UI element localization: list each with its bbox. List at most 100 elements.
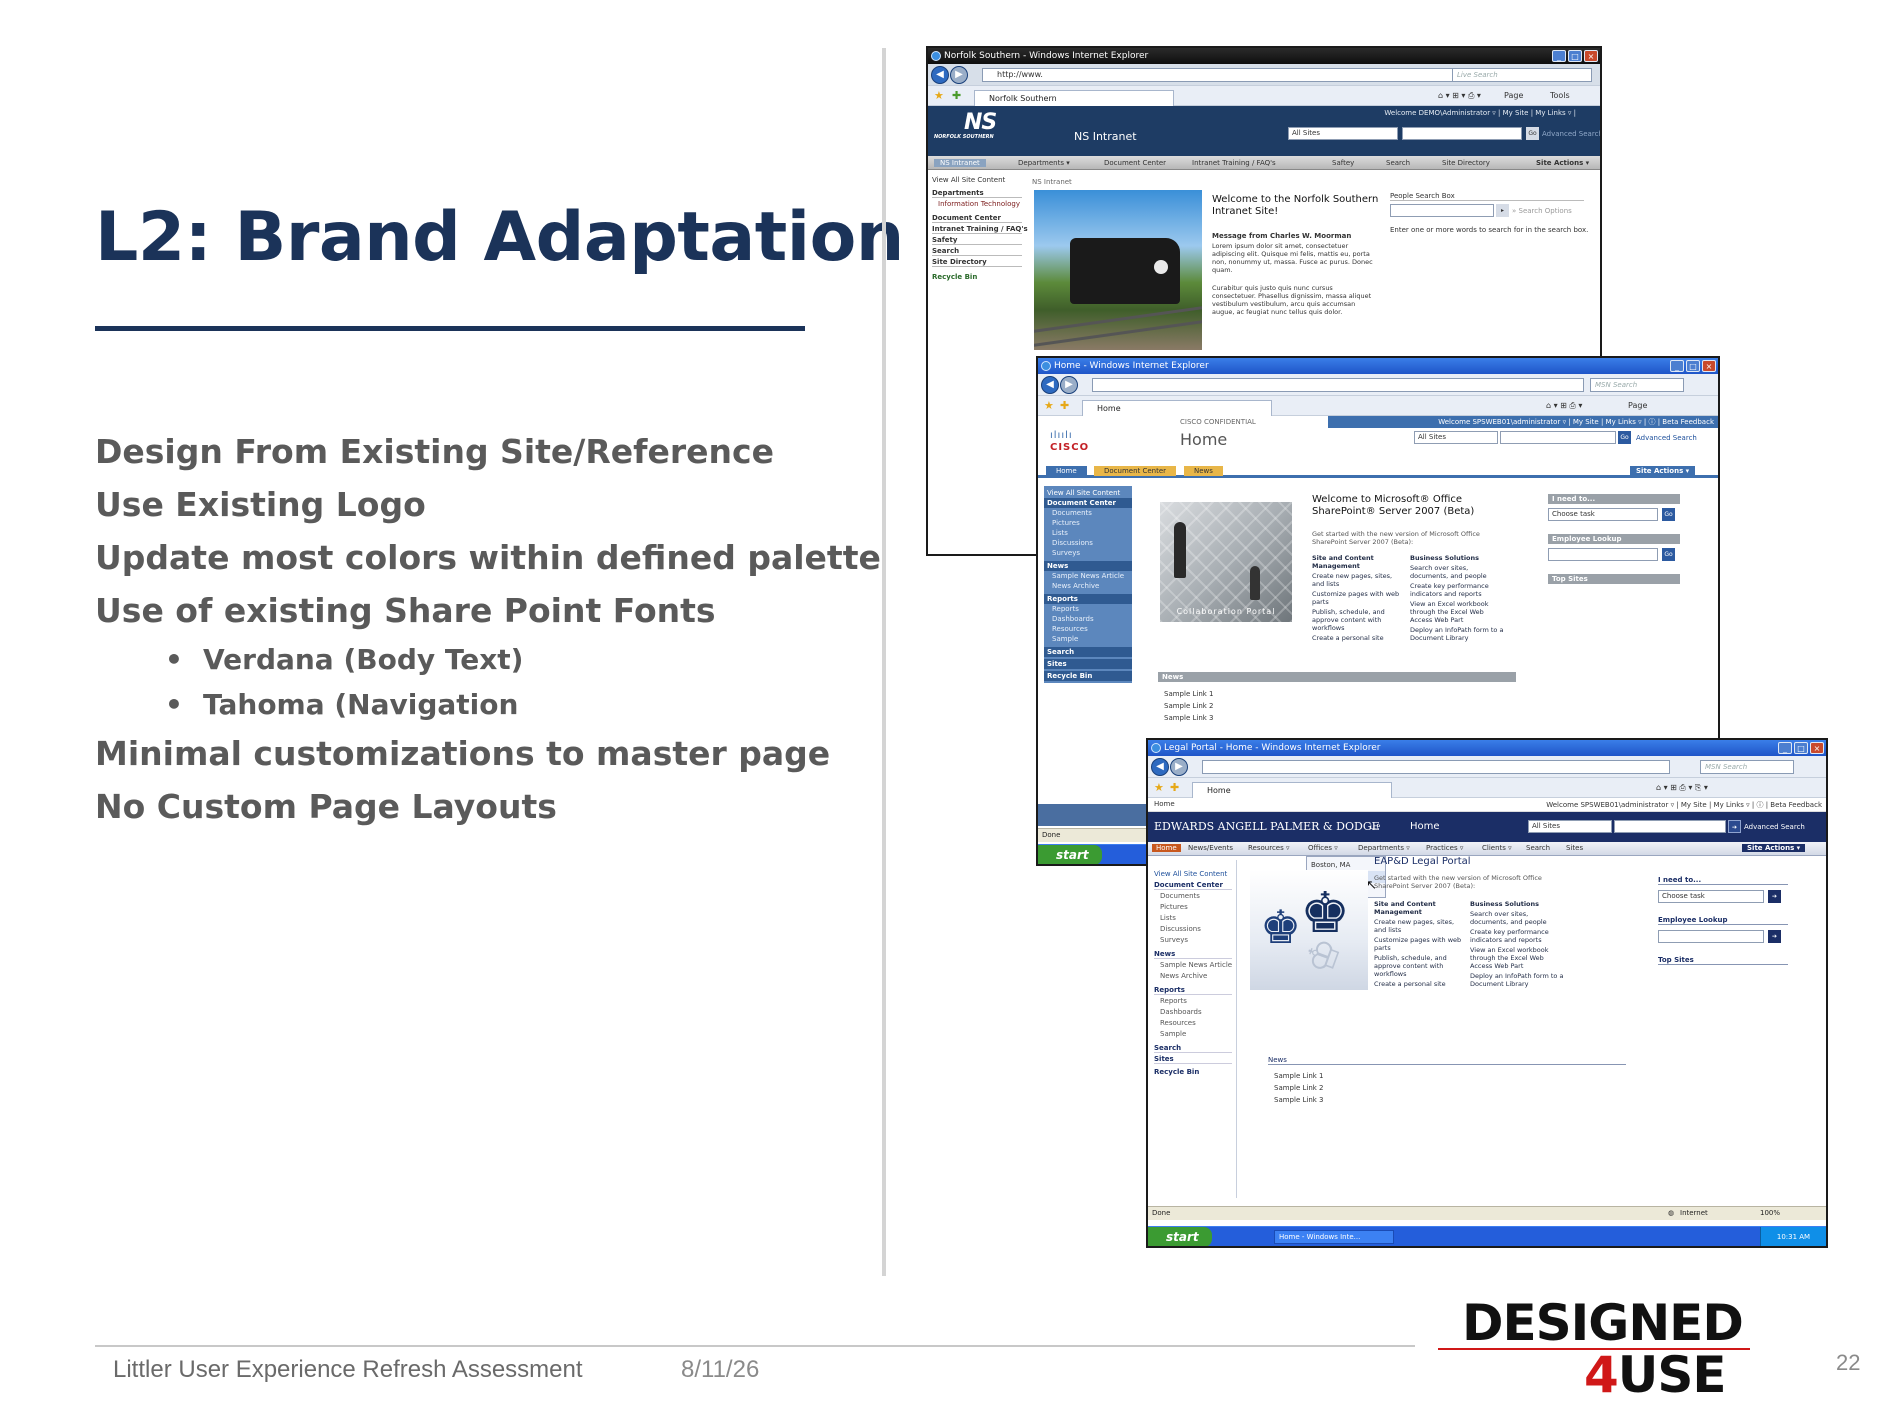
- cisco-task-go-button[interactable]: Go: [1662, 508, 1675, 521]
- forward-icon[interactable]: ▶: [950, 66, 968, 84]
- ns-search-options[interactable]: » Search Options: [1512, 207, 1572, 215]
- ql-link[interactable]: Discussions: [1044, 538, 1132, 548]
- list-item[interactable]: Deploy an InfoPath form to a Document Li…: [1470, 972, 1566, 988]
- ns-people-search-input[interactable]: [1390, 204, 1494, 217]
- eap-advanced-search[interactable]: Advanced Search: [1744, 823, 1805, 831]
- ql-heading[interactable]: Safety: [932, 236, 1022, 245]
- cisco-page-menu[interactable]: Page: [1628, 401, 1647, 410]
- list-item[interactable]: Create a personal site: [1374, 980, 1462, 988]
- cisco-employee-go-button[interactable]: Go: [1662, 548, 1675, 561]
- ql-heading[interactable]: Document Center: [1154, 881, 1232, 890]
- ql-heading[interactable]: Reports: [1154, 986, 1232, 995]
- ql-link[interactable]: View All Site Content: [932, 176, 1022, 184]
- ql-heading[interactable]: Search: [1044, 647, 1132, 657]
- ql-heading[interactable]: Document Center: [1044, 498, 1132, 508]
- cisco-choose-task-select[interactable]: Choose task: [1548, 508, 1658, 521]
- ql-link[interactable]: Surveys: [1154, 936, 1232, 944]
- eap-nav-item[interactable]: Sites: [1566, 844, 1583, 852]
- list-item[interactable]: Publish, schedule, and approve content w…: [1312, 608, 1404, 632]
- ns-go-button[interactable]: Go: [1526, 127, 1539, 140]
- ns-browser-tab[interactable]: Norfolk Southern: [974, 90, 1174, 106]
- ql-heading[interactable]: Site Directory: [932, 258, 1022, 267]
- eap-task-go-button[interactable]: ➔: [1768, 890, 1781, 903]
- ns-search-field[interactable]: Live Search: [1452, 68, 1592, 82]
- ql-heading[interactable]: Reports: [1044, 594, 1132, 604]
- ns-nav-item[interactable]: Search: [1386, 159, 1410, 167]
- forward-icon[interactable]: ▶: [1170, 758, 1188, 776]
- eap-scope-select[interactable]: All Sites: [1528, 820, 1612, 833]
- ql-link[interactable]: Sample: [1154, 1030, 1232, 1038]
- cisco-site-actions[interactable]: Site Actions ▾: [1630, 466, 1696, 476]
- news-link[interactable]: Sample Link 3: [1164, 714, 1214, 722]
- ns-nav-item[interactable]: Document Center: [1104, 159, 1166, 167]
- ns-scope-select[interactable]: All Sites: [1288, 127, 1398, 140]
- back-icon[interactable]: ◀: [1041, 376, 1059, 394]
- zoom-level[interactable]: 100%: [1760, 1207, 1780, 1220]
- ns-search-box[interactable]: [1402, 127, 1522, 140]
- ql-link[interactable]: Sample News Article: [1044, 571, 1132, 581]
- ql-link[interactable]: Surveys: [1044, 548, 1132, 558]
- ql-link[interactable]: News Archive: [1154, 972, 1232, 980]
- minimize-button[interactable]: _: [1552, 50, 1566, 62]
- close-button[interactable]: ×: [1702, 360, 1716, 372]
- home-icon[interactable]: ⌂ ▾ ⊞ ⎙ ▾ ⎘ ▾: [1656, 783, 1708, 793]
- maximize-button[interactable]: □: [1568, 50, 1582, 62]
- list-item[interactable]: Create key performance indicators and re…: [1470, 928, 1566, 944]
- favorites-star-icon[interactable]: ★: [1044, 399, 1054, 412]
- ql-recycle-bin[interactable]: Recycle Bin: [1154, 1068, 1232, 1076]
- ql-heading[interactable]: News: [1154, 950, 1232, 959]
- eap-nav-item[interactable]: Clients ▿: [1482, 844, 1512, 852]
- eap-employee-input[interactable]: [1658, 930, 1764, 943]
- cisco-search-box[interactable]: [1500, 431, 1616, 444]
- cisco-search-field[interactable]: MSN Search: [1590, 378, 1684, 392]
- ql-link[interactable]: Lists: [1044, 528, 1132, 538]
- ns-advanced-search[interactable]: Advanced Search: [1542, 130, 1600, 138]
- taskbar-window-button[interactable]: Home - Windows Inte...: [1274, 1230, 1394, 1244]
- eap-nav-item[interactable]: Home: [1152, 844, 1181, 852]
- ns-nav-item[interactable]: Site Directory: [1442, 159, 1490, 167]
- list-item[interactable]: Search over sites, documents, and people: [1410, 564, 1506, 580]
- ql-link[interactable]: Resources: [1154, 1019, 1232, 1027]
- ql-link[interactable]: Dashboards: [1154, 1008, 1232, 1016]
- ql-heading[interactable]: Intranet Training / FAQ's: [932, 225, 1028, 234]
- cisco-advanced-search[interactable]: Advanced Search: [1636, 434, 1697, 442]
- ns-address-field[interactable]: http://www.: [982, 68, 1454, 82]
- cisco-browser-tab[interactable]: Home: [1082, 400, 1272, 416]
- eap-search-field[interactable]: MSN Search: [1700, 760, 1794, 774]
- eap-choose-task-select[interactable]: Choose task: [1658, 890, 1764, 903]
- ns-people-go-button[interactable]: ▸: [1496, 204, 1509, 217]
- eap-welcome-bar[interactable]: Welcome SPSWEB01\administrator ▿ | My Si…: [1546, 800, 1822, 810]
- ql-link[interactable]: Sample News Article: [1154, 961, 1232, 969]
- close-button[interactable]: ×: [1584, 50, 1598, 62]
- list-item[interactable]: Deploy an InfoPath form to a Document Li…: [1410, 626, 1506, 642]
- list-item[interactable]: View an Excel workbook through the Excel…: [1410, 600, 1506, 624]
- maximize-button[interactable]: □: [1794, 742, 1808, 754]
- ql-link[interactable]: News Archive: [1044, 581, 1132, 591]
- ns-nav-item[interactable]: NS Intranet: [934, 159, 986, 167]
- start-button[interactable]: start: [1148, 1227, 1212, 1246]
- ql-link[interactable]: View All Site Content: [1154, 870, 1232, 878]
- list-item[interactable]: Create a personal site: [1312, 634, 1404, 642]
- ns-nav-item[interactable]: Saftey: [1332, 159, 1354, 167]
- ql-heading[interactable]: Sites: [1044, 659, 1132, 669]
- news-link[interactable]: Sample Link 2: [1164, 702, 1214, 710]
- ql-heading[interactable]: News: [1044, 561, 1132, 571]
- ql-link[interactable]: Documents: [1044, 508, 1132, 518]
- ql-link[interactable]: Resources: [1044, 624, 1132, 634]
- eap-nav-item[interactable]: Offices ▿: [1308, 844, 1338, 852]
- start-button[interactable]: start: [1038, 845, 1102, 864]
- ql-heading[interactable]: Search: [1154, 1044, 1232, 1053]
- ql-link[interactable]: Dashboards: [1044, 614, 1132, 624]
- list-item[interactable]: Customize pages with web parts: [1312, 590, 1404, 606]
- eap-nav-item[interactable]: News/Events: [1188, 844, 1233, 852]
- cisco-tab[interactable]: News: [1184, 466, 1223, 476]
- ql-recycle-bin[interactable]: Recycle Bin: [1044, 671, 1132, 681]
- ql-recycle-bin[interactable]: Recycle Bin: [932, 273, 1022, 281]
- home-icon[interactable]: ⌂ ▾ ⊞ ⎙ ▾: [1546, 401, 1582, 411]
- ql-heading[interactable]: Search: [932, 247, 1022, 256]
- ns-welcome-bar[interactable]: Welcome DEMO\Administrator ▿ | My Site |…: [1384, 109, 1576, 117]
- ql-link[interactable]: Documents: [1154, 892, 1232, 900]
- favorites-star-icon[interactable]: ★: [1154, 781, 1164, 794]
- ns-site-actions[interactable]: Site Actions ▾: [1536, 159, 1589, 167]
- eap-browser-tab[interactable]: Home: [1192, 782, 1392, 798]
